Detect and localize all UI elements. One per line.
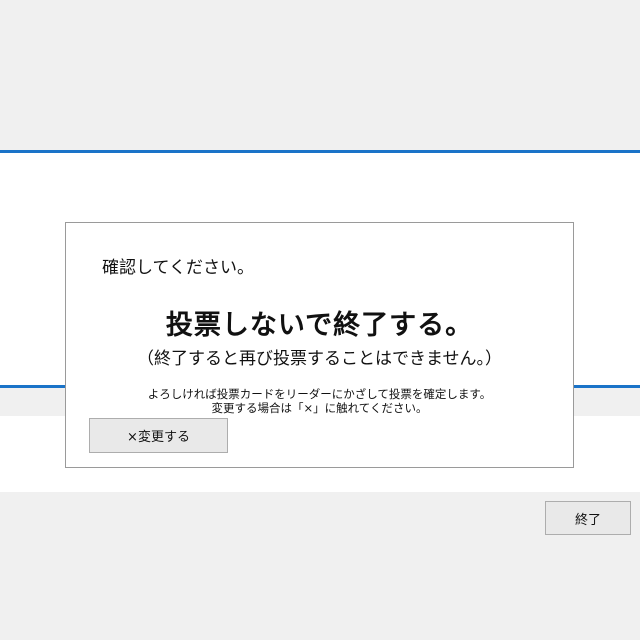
main-message: 投票しないで終了する。 bbox=[165, 310, 474, 341]
change-button[interactable]: ×変更する bbox=[89, 418, 228, 453]
instruction-line-2: 変更する場合は「×」に触れてください。 bbox=[211, 401, 428, 415]
confirmation-dialog: 確認してください。 投票しないで終了する。 （終了すると再び投票することはできま… bbox=[65, 222, 574, 468]
confirm-label: 確認してください。 bbox=[102, 258, 254, 278]
instruction-text: よろしければ投票カードをリーダーにかざして投票を確定します。 変更する場合は「×… bbox=[66, 387, 573, 415]
instruction-line-1: よろしければ投票カードをリーダーにかざして投票を確定します。 bbox=[147, 387, 492, 401]
finish-button[interactable]: 終了 bbox=[545, 501, 631, 535]
background-bottom-panel bbox=[0, 492, 640, 640]
background-top-panel bbox=[0, 0, 640, 150]
sub-message: （終了すると再び投票することはできません。） bbox=[137, 349, 502, 369]
